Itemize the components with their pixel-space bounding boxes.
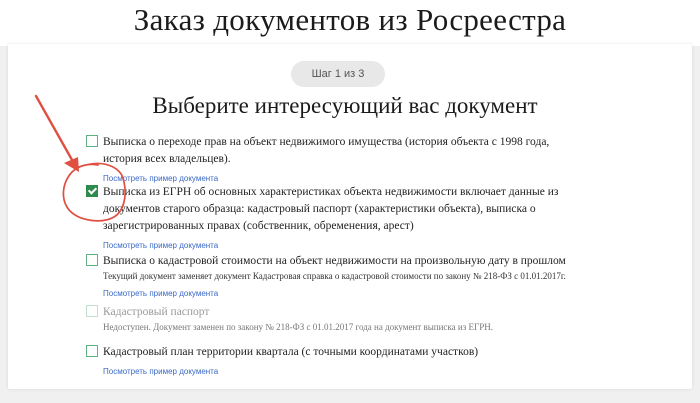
red-arrow-icon xyxy=(34,94,79,172)
red-circle-icon xyxy=(62,162,126,222)
annotation-overlay xyxy=(34,94,126,222)
